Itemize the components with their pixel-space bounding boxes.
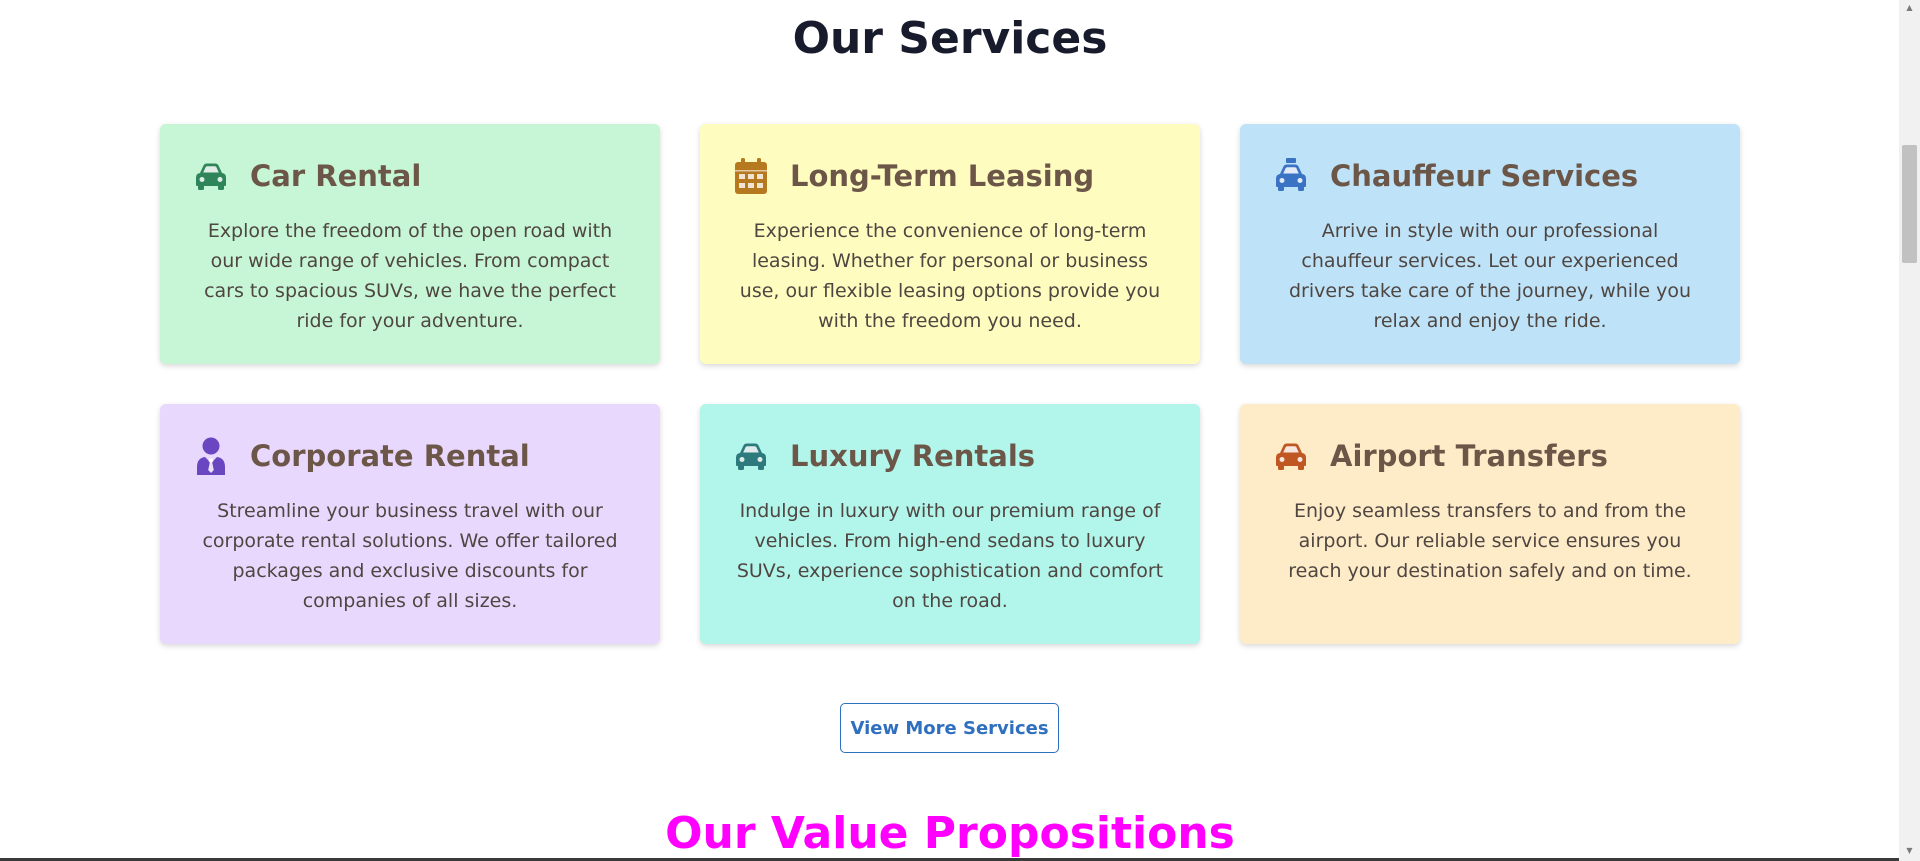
- user-tie-icon: [190, 435, 232, 477]
- service-card-description: Arrive in style with our professional ch…: [1288, 220, 1692, 332]
- car-icon: [1270, 435, 1312, 477]
- value-propositions-title: Our Value Propositions: [665, 808, 1235, 859]
- scrollbar-thumb[interactable]: [1902, 145, 1917, 263]
- service-card-title: Long-Term Leasing: [790, 159, 1095, 193]
- service-card-title: Luxury Rentals: [790, 439, 1036, 473]
- scroll-down-icon[interactable]: ▼: [1899, 843, 1920, 857]
- services-grid: Car Rental Explore the freedom of the op…: [160, 124, 1740, 644]
- service-card-chauffeur-services: Chauffeur Services Arrive in style with …: [1240, 124, 1740, 364]
- service-card-title: Car Rental: [250, 159, 422, 193]
- service-card-title: Airport Transfers: [1330, 439, 1608, 473]
- service-card-airport-transfers: Airport Transfers Enjoy seamless transfe…: [1240, 404, 1740, 644]
- service-card-long-term-leasing: Long-Term Leasing Experience the conveni…: [700, 124, 1200, 364]
- view-more-services-button[interactable]: View More Services: [840, 703, 1059, 753]
- car-icon: [730, 435, 772, 477]
- service-card-description: Streamline your business travel with our…: [202, 500, 618, 612]
- service-card-description: Experience the convenience of long-term …: [739, 220, 1161, 332]
- service-card-car-rental: Car Rental Explore the freedom of the op…: [160, 124, 660, 364]
- service-card-description: Enjoy seamless transfers to and from the…: [1288, 500, 1692, 582]
- service-card-corporate-rental: Corporate Rental Streamline your busines…: [160, 404, 660, 644]
- page: Our Services Car Rental Explore the free…: [0, 0, 1920, 861]
- service-card-title: Corporate Rental: [250, 439, 530, 473]
- vertical-scrollbar[interactable]: ▲ ▼: [1899, 0, 1920, 861]
- scroll-up-icon[interactable]: ▲: [1899, 0, 1920, 14]
- services-title: Our Services: [792, 13, 1108, 64]
- service-card-luxury-rentals: Luxury Rentals Indulge in luxury with ou…: [700, 404, 1200, 644]
- taxi-icon: [1270, 155, 1312, 197]
- service-card-title: Chauffeur Services: [1330, 159, 1639, 193]
- service-card-description: Explore the freedom of the open road wit…: [204, 220, 616, 332]
- service-card-description: Indulge in luxury with our premium range…: [736, 500, 1164, 612]
- calendar-icon: [730, 155, 772, 197]
- car-icon: [190, 155, 232, 197]
